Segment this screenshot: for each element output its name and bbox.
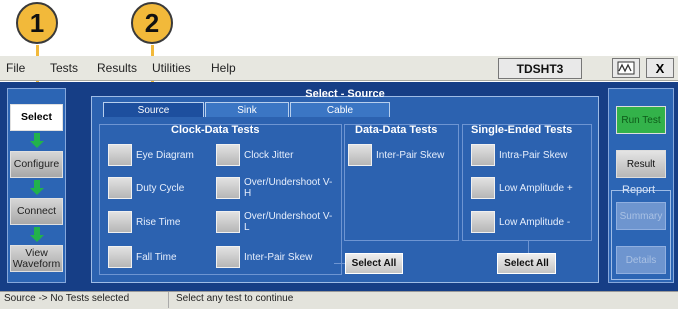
tab-source[interactable]: Source [103,102,204,117]
test-checkbox-overshoot-vh[interactable] [216,177,240,199]
test-label: Rise Time [136,217,181,228]
status-hint: Select any test to continue [176,293,294,304]
test-checkbox-low-amplitude-plus[interactable] [471,177,495,199]
callout-1: 1 [16,2,58,44]
test-checkbox-overshoot-vl[interactable] [216,211,240,233]
test-checkbox-clock-inter-pair-skew[interactable] [216,246,240,268]
menu-tests[interactable]: Tests [50,61,78,75]
step-arrow-icon [30,180,44,195]
single-ended-title: Single-Ended Tests [471,124,573,136]
app-title: TDSHT3 [498,58,582,79]
view-waveform-step-button[interactable]: View Waveform [10,245,63,272]
status-selection: Source -> No Tests selected [4,293,130,304]
test-label: Clock Jitter [244,150,294,161]
screen: 1 2 3 File Tests Results Utilities Help … [0,0,678,309]
test-checkbox-data-inter-pair-skew[interactable] [348,144,372,166]
test-label: Duty Cycle [136,183,185,194]
data-data-group [344,124,459,241]
test-checkbox-duty-cycle[interactable] [108,177,132,199]
test-checkbox-low-amplitude-minus[interactable] [471,211,495,233]
test-label: Intra-Pair Skew [499,150,568,161]
menu-utilities[interactable]: Utilities [152,61,191,75]
menu-help[interactable]: Help [211,61,236,75]
step-arrow-icon [30,227,44,242]
result-button[interactable]: Result [616,150,666,178]
test-label: Inter-Pair Skew [376,150,445,161]
report-label: Report [622,184,656,196]
test-label: Over/Undershoot V-L [244,211,333,233]
select-all-clock-data-button[interactable]: Select All [345,253,403,274]
status-divider [168,292,169,308]
test-checkbox-eye-diagram[interactable] [108,144,132,166]
test-label: Inter-Pair Skew [244,252,313,263]
details-button[interactable]: Details [616,246,666,274]
close-button[interactable]: X [646,58,674,78]
tab-cable[interactable]: Cable [290,102,390,117]
configure-step-button[interactable]: Configure [10,151,63,178]
test-checkbox-intra-pair-skew[interactable] [471,144,495,166]
test-label: Low Amplitude + [499,183,573,194]
menu-results[interactable]: Results [97,61,137,75]
waveform-window-icon[interactable] [612,58,640,78]
menu-file[interactable]: File [6,61,25,75]
step-arrow-icon [30,133,44,148]
callout-2: 2 [131,2,173,44]
test-checkbox-rise-time[interactable] [108,211,132,233]
data-data-title: Data-Data Tests [355,124,438,136]
clock-data-title: Clock-Data Tests [171,124,260,136]
panel-title: Select - Source [305,88,385,100]
test-checkbox-fall-time[interactable] [108,246,132,268]
run-test-button[interactable]: Run Test [616,106,666,134]
connect-step-button[interactable]: Connect [10,198,63,225]
test-label: Fall Time [136,252,177,263]
summary-button[interactable]: Summary [616,202,666,230]
test-label: Eye Diagram [136,150,194,161]
tab-sink[interactable]: Sink [205,102,289,117]
select-all-single-ended-button[interactable]: Select All [497,253,556,274]
test-checkbox-clock-jitter[interactable] [216,144,240,166]
select-step-button[interactable]: Select [10,104,63,131]
test-label: Low Amplitude - [499,217,571,228]
test-label: Over/Undershoot V-H [244,177,333,199]
connector-line [528,241,529,253]
